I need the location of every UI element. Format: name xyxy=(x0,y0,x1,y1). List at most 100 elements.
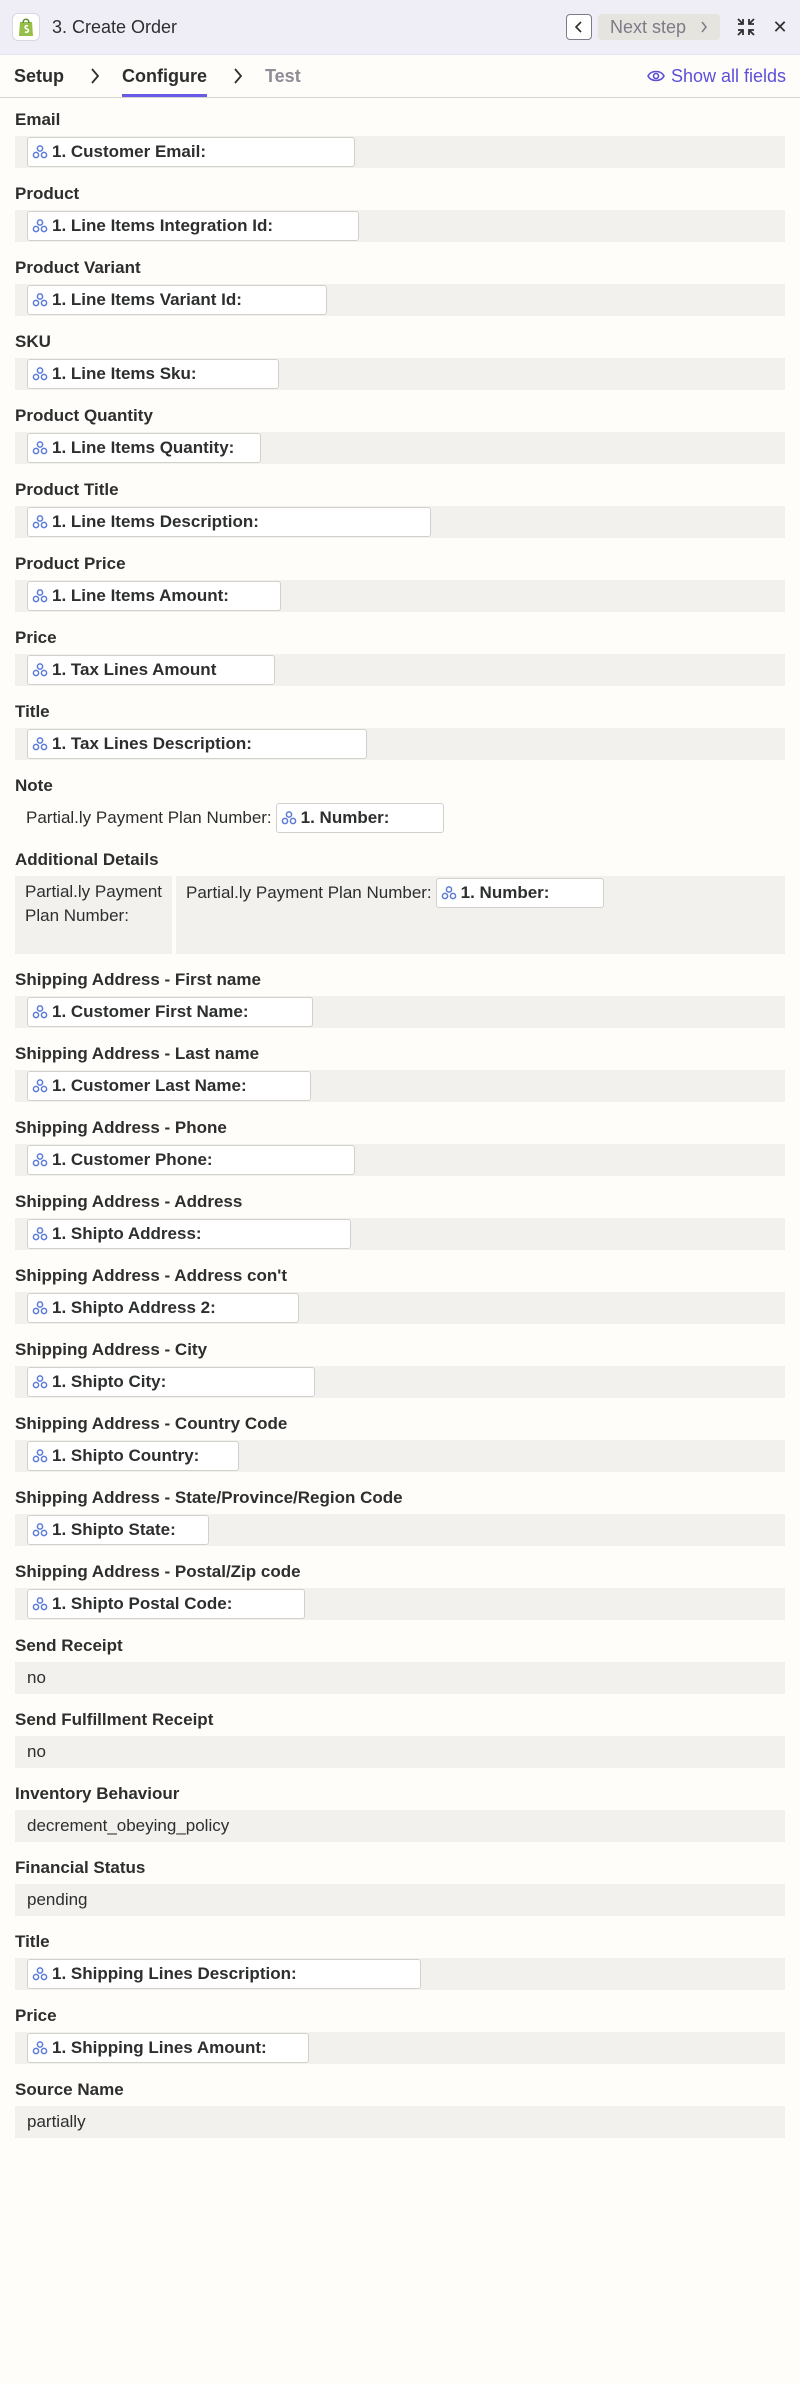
field-label: Send Fulfillment Receipt xyxy=(15,1710,214,1729)
chevron-left-icon xyxy=(574,21,582,33)
mapped-value-pill[interactable]: 1. Shipto State: xyxy=(27,1515,209,1545)
close-icon[interactable]: ✕ xyxy=(770,17,790,38)
pill-text: 1. Line Items Amount: xyxy=(52,586,229,605)
mapped-value-pill[interactable]: 1. Customer Phone: xyxy=(27,1145,355,1175)
product-quantity-input[interactable]: 1. Line Items Quantity: xyxy=(15,432,785,464)
field-title: Title 1. Tax Lines Description: xyxy=(15,702,785,760)
shipping-title-input[interactable]: 1. Shipping Lines Description: xyxy=(15,1958,785,1990)
mapped-value-pill[interactable]: 1. Line Items Integration Id: xyxy=(27,211,359,241)
shipping-city-input[interactable]: 1. Shipto City: xyxy=(15,1366,785,1398)
webhook-icon xyxy=(32,1004,48,1020)
note-input[interactable]: Partial.ly Payment Plan Number: 1. Numbe… xyxy=(15,802,785,834)
field-product-quantity: Product Quantity 1. Line Items Quantity: xyxy=(15,406,785,464)
field-shipping-title: Title 1. Shipping Lines Description: xyxy=(15,1932,785,1990)
shipping-state-input[interactable]: 1. Shipto State: xyxy=(15,1514,785,1546)
shipping-first-name-input[interactable]: 1. Customer First Name: xyxy=(15,996,785,1028)
field-label: Additional Details xyxy=(15,850,159,869)
next-step-button[interactable]: Next step xyxy=(597,14,720,40)
additional-details-key[interactable]: Partial.ly Payment Plan Number: xyxy=(15,876,172,954)
eye-icon xyxy=(647,70,665,82)
next-step-label: Next step xyxy=(609,16,686,37)
pill-text: 1. Customer Phone: xyxy=(52,1150,213,1169)
field-sku: SKU 1. Line Items Sku: xyxy=(15,332,785,390)
webhook-icon xyxy=(32,2040,48,2056)
field-shipping-city: Shipping Address - City 1. Shipto City: xyxy=(15,1340,785,1398)
product-price-input[interactable]: 1. Line Items Amount: xyxy=(15,580,785,612)
field-label: Product Variant xyxy=(15,258,141,277)
pill-text: 1. Shipto City: xyxy=(52,1372,167,1391)
pill-text: 1. Customer Last Name: xyxy=(52,1076,247,1095)
sku-input[interactable]: 1. Line Items Sku: xyxy=(15,358,785,390)
field-label: Shipping Address - State/Province/Region… xyxy=(15,1488,403,1507)
mapped-value-pill[interactable]: 1. Shipto Postal Code: xyxy=(27,1589,305,1619)
webhook-icon xyxy=(32,1152,48,1168)
previous-step-button[interactable] xyxy=(565,14,592,40)
tab-configure[interactable]: Configure xyxy=(122,55,208,97)
chevron-right-icon xyxy=(207,55,265,97)
mapped-value-pill[interactable]: 1. Line Items Amount: xyxy=(27,581,281,611)
pill-text: 1. Customer Email: xyxy=(52,142,206,161)
field-value: no xyxy=(27,1742,46,1761)
shipping-price-input[interactable]: 1. Shipping Lines Amount: xyxy=(15,2032,785,2064)
mapped-value-pill[interactable]: 1. Shipping Lines Amount: xyxy=(27,2033,309,2063)
mapped-value-pill[interactable]: 1. Number: xyxy=(435,878,604,908)
mapped-value-pill[interactable]: 1. Customer Last Name: xyxy=(27,1071,311,1101)
shipping-zip-input[interactable]: 1. Shipto Postal Code: xyxy=(15,1588,785,1620)
title-input[interactable]: 1. Tax Lines Description: xyxy=(15,728,785,760)
product-variant-input[interactable]: 1. Line Items Variant Id: xyxy=(15,284,785,316)
mapped-value-pill[interactable]: 1. Tax Lines Description: xyxy=(27,729,367,759)
product-input[interactable]: 1. Line Items Integration Id: xyxy=(15,210,785,242)
send-receipt-input[interactable]: no xyxy=(15,1662,785,1694)
webhook-icon xyxy=(32,1226,48,1242)
mapped-value-pill[interactable]: 1. Line Items Sku: xyxy=(27,359,279,389)
field-product-title: Product Title 1. Line Items Description: xyxy=(15,480,785,538)
mapped-value-pill[interactable]: 1. Shipping Lines Description: xyxy=(27,1959,421,1989)
field-label: Source Name xyxy=(15,2080,124,2099)
product-title-input[interactable]: 1. Line Items Description: xyxy=(15,506,785,538)
mapped-value-pill[interactable]: 1. Customer First Name: xyxy=(27,997,313,1027)
webhook-icon xyxy=(32,1374,48,1390)
shipping-phone-input[interactable]: 1. Customer Phone: xyxy=(15,1144,785,1176)
step-title: 3. Create Order xyxy=(52,16,178,37)
field-label: Shipping Address - Last name xyxy=(15,1044,260,1063)
mapped-value-pill[interactable]: 1. Shipto Address: xyxy=(27,1219,351,1249)
field-label: Title xyxy=(15,702,50,721)
pill-text: 1. Number: xyxy=(460,883,550,902)
shipping-last-name-input[interactable]: 1. Customer Last Name: xyxy=(15,1070,785,1102)
field-product: Product 1. Line Items Integration Id: xyxy=(15,184,785,242)
field-label: Email xyxy=(15,110,61,129)
mapped-value-pill[interactable]: 1. Tax Lines Amount xyxy=(27,655,275,685)
mapped-value-pill[interactable]: 1. Shipto Country: xyxy=(27,1441,239,1471)
field-label: Shipping Address - Postal/Zip code xyxy=(15,1562,301,1581)
shipping-address-input[interactable]: 1. Shipto Address: xyxy=(15,1218,785,1250)
collapse-icon[interactable] xyxy=(734,15,758,39)
field-value: pending xyxy=(27,1890,88,1909)
email-input[interactable]: 1. Customer Email: xyxy=(15,136,785,168)
inventory-behaviour-input[interactable]: decrement_obeying_policy xyxy=(15,1810,785,1842)
mapped-value-pill[interactable]: 1. Customer Email: xyxy=(27,137,355,167)
send-fulfillment-receipt-input[interactable]: no xyxy=(15,1736,785,1768)
field-price: Price 1. Tax Lines Amount xyxy=(15,628,785,686)
tab-setup[interactable]: Setup xyxy=(14,55,64,97)
shipping-address-2-input[interactable]: 1. Shipto Address 2: xyxy=(15,1292,785,1324)
mapped-value-pill[interactable]: 1. Line Items Quantity: xyxy=(27,433,261,463)
source-name-input[interactable]: partially xyxy=(15,2106,785,2138)
financial-status-input[interactable]: pending xyxy=(15,1884,785,1916)
field-label: Product xyxy=(15,184,80,203)
additional-details-value[interactable]: Partial.ly Payment Plan Number: 1. Numbe… xyxy=(176,876,785,954)
additional-details-grid: Partial.ly Payment Plan Number: Partial.… xyxy=(15,876,785,954)
tab-test[interactable]: Test xyxy=(265,55,301,97)
show-all-fields-link[interactable]: Show all fields xyxy=(647,55,786,97)
mapped-value-pill[interactable]: 1. Line Items Description: xyxy=(27,507,431,537)
mapped-value-pill[interactable]: 1. Shipto Address 2: xyxy=(27,1293,299,1323)
field-financial-status: Financial Status pending xyxy=(15,1858,785,1916)
mapped-value-pill[interactable]: 1. Shipto City: xyxy=(27,1367,315,1397)
field-label: Shipping Address - City xyxy=(15,1340,208,1359)
price-input[interactable]: 1. Tax Lines Amount xyxy=(15,654,785,686)
webhook-icon xyxy=(32,1522,48,1538)
mapped-value-pill[interactable]: 1. Number: xyxy=(275,803,444,833)
mapped-value-pill[interactable]: 1. Line Items Variant Id: xyxy=(27,285,327,315)
shipping-country-input[interactable]: 1. Shipto Country: xyxy=(15,1440,785,1472)
webhook-icon xyxy=(32,218,48,234)
field-value: decrement_obeying_policy xyxy=(27,1816,230,1835)
